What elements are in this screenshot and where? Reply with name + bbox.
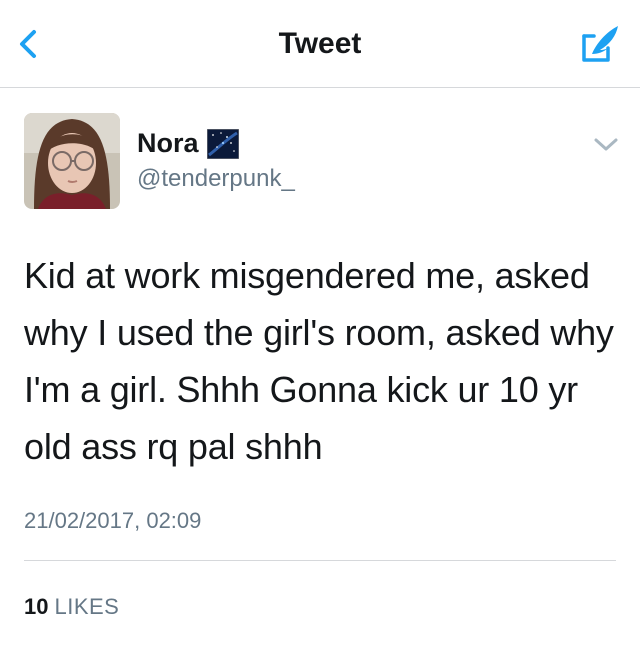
tweet-text: Kid at work misgendered me, asked why I … <box>24 255 614 467</box>
profile-photo <box>24 113 120 209</box>
author-name-row[interactable]: Nora <box>137 128 239 159</box>
navigation-bar: Tweet <box>0 0 640 88</box>
avatar[interactable] <box>24 113 120 209</box>
likes-stat[interactable]: 10 LIKES <box>24 594 119 620</box>
likes-label: LIKES <box>54 594 120 619</box>
compose-tweet-button[interactable] <box>578 22 622 66</box>
author-handle[interactable]: @tenderpunk_ <box>137 165 295 193</box>
page-title: Tweet <box>278 27 362 60</box>
tweet-timestamp[interactable]: 21/02/2017, 02:09 <box>24 508 201 534</box>
chevron-down-icon <box>594 138 618 151</box>
author-display-name: Nora <box>137 128 199 158</box>
tweet-options-button[interactable] <box>592 135 620 155</box>
night-sky-emoji-icon <box>206 128 239 159</box>
compose-quill-icon <box>582 26 618 62</box>
likes-count: 10 <box>24 594 49 619</box>
divider <box>24 560 616 561</box>
